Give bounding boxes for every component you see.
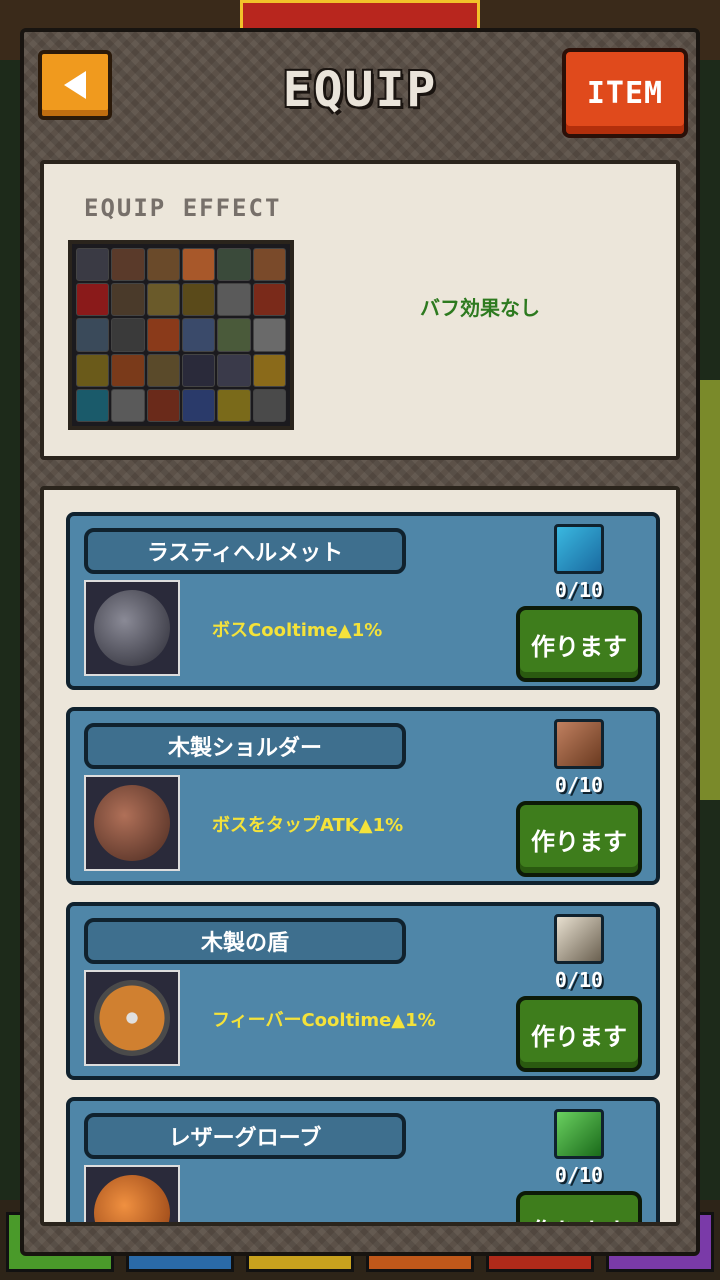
gem-icon: [76, 388, 110, 422]
pendant-icon: [181, 353, 216, 387]
belt-icon: [252, 248, 286, 282]
craft-button-label: 作ります: [531, 827, 627, 856]
chest-icon: [146, 283, 180, 317]
equipment-effect: ボスをタップATK▲1%: [212, 815, 404, 836]
equipment-name: 木製の盾: [200, 931, 289, 956]
equipment-name: レザーグローブ: [168, 1126, 322, 1151]
wooden-shield-icon: [94, 980, 170, 1056]
equipment-thumbnail: [84, 775, 180, 871]
equipment-card: 木製の盾 フィーバーCooltime▲1% 0/10 作ります: [66, 902, 660, 1080]
mail-icon: [181, 318, 216, 352]
material-count: 0/10: [554, 578, 604, 602]
equip-effect-panel: EQUIP EFFECT バフ効果なし: [40, 160, 680, 460]
equipment-name-plate: レザーグローブ: [84, 1113, 406, 1159]
craft-button[interactable]: 作ります: [516, 606, 642, 682]
material-count: 0/10: [554, 1163, 604, 1187]
tunic-icon: [217, 353, 251, 387]
equipment-list[interactable]: ラスティヘルメット ボスCooltime▲1% 0/10 作ります 木製ショルダ…: [40, 486, 680, 1226]
equipment-name-plate: ラスティヘルメット: [84, 528, 406, 574]
material-count: 0/10: [554, 968, 604, 992]
boots-icon: [217, 248, 251, 282]
bracelet-icon: [217, 388, 251, 422]
back-arrow-icon: [64, 71, 86, 99]
gauntlet-icon: [217, 283, 251, 317]
buff-status-text: バフ効果なし: [420, 296, 540, 320]
craft-button-label: 作ります: [531, 1022, 627, 1051]
armor-icon: [111, 248, 145, 282]
orb-icon: [181, 388, 216, 422]
wooden-shoulder-icon: [94, 785, 170, 861]
item-button[interactable]: ITEM: [562, 48, 688, 138]
equipment-card: 木製ショルダー ボスをタップATK▲1% 0/10 作ります: [66, 707, 660, 885]
item-button-label: ITEM: [586, 75, 664, 111]
glove-icon: [181, 248, 216, 282]
equipment-effect: ボスCooltime▲1%: [212, 620, 383, 641]
craft-button-label: 作ります: [531, 1212, 627, 1223]
helm-icon: [111, 388, 145, 422]
cross-icon: [76, 353, 110, 387]
axe-icon: [181, 283, 216, 317]
equipment-collection-grid: [68, 240, 294, 430]
shield-icon: [146, 248, 180, 282]
leather-glove-icon: [94, 1175, 170, 1222]
page-title: EQUIP: [282, 62, 438, 118]
cape-icon: [76, 283, 110, 317]
equipment-card: ラスティヘルメット ボスCooltime▲1% 0/10 作ります: [66, 512, 660, 690]
ring-icon: [252, 353, 286, 387]
chestplate-icon: [76, 318, 110, 352]
equipment-thumbnail: [84, 970, 180, 1066]
equipment-name-plate: 木製ショルダー: [84, 723, 406, 769]
equipment-name-plate: 木製の盾: [84, 918, 406, 964]
leather-material-icon: [554, 719, 604, 769]
craft-button[interactable]: 作ります: [516, 996, 642, 1072]
craft-button[interactable]: 作ります: [516, 801, 642, 877]
craft-button-label: 作ります: [531, 632, 627, 661]
equipment-name: ラスティヘルメット: [146, 541, 344, 566]
equipment-name: 木製ショルダー: [167, 736, 322, 761]
helmet-icon: [76, 248, 110, 282]
dagger-icon: [252, 388, 286, 422]
sword-icon: [217, 318, 251, 352]
stone-material-icon: [554, 914, 604, 964]
blue-cloth-material-icon: [554, 524, 604, 574]
rusty-helmet-icon: [94, 590, 170, 666]
back-button[interactable]: [38, 50, 112, 120]
equipment-thumbnail: [84, 580, 180, 676]
leaf-material-icon: [554, 1109, 604, 1159]
plate-icon: [252, 318, 286, 352]
equip-effect-label: EQUIP EFFECT: [84, 194, 282, 222]
pauldron-icon: [111, 318, 145, 352]
gloves-icon: [111, 353, 145, 387]
hammer-icon: [111, 283, 145, 317]
bracer-icon: [252, 283, 286, 317]
equipment-effect: フィーバーCooltime▲1%: [212, 1010, 436, 1031]
sash-icon: [146, 318, 180, 352]
equipment-thumbnail: [84, 1165, 180, 1222]
material-count: 0/10: [554, 773, 604, 797]
craft-button[interactable]: 作ります: [516, 1191, 642, 1223]
wrap-icon: [146, 388, 180, 422]
boot-icon: [146, 353, 180, 387]
equipment-card: レザーグローブ 0/10 作ります: [66, 1097, 660, 1223]
